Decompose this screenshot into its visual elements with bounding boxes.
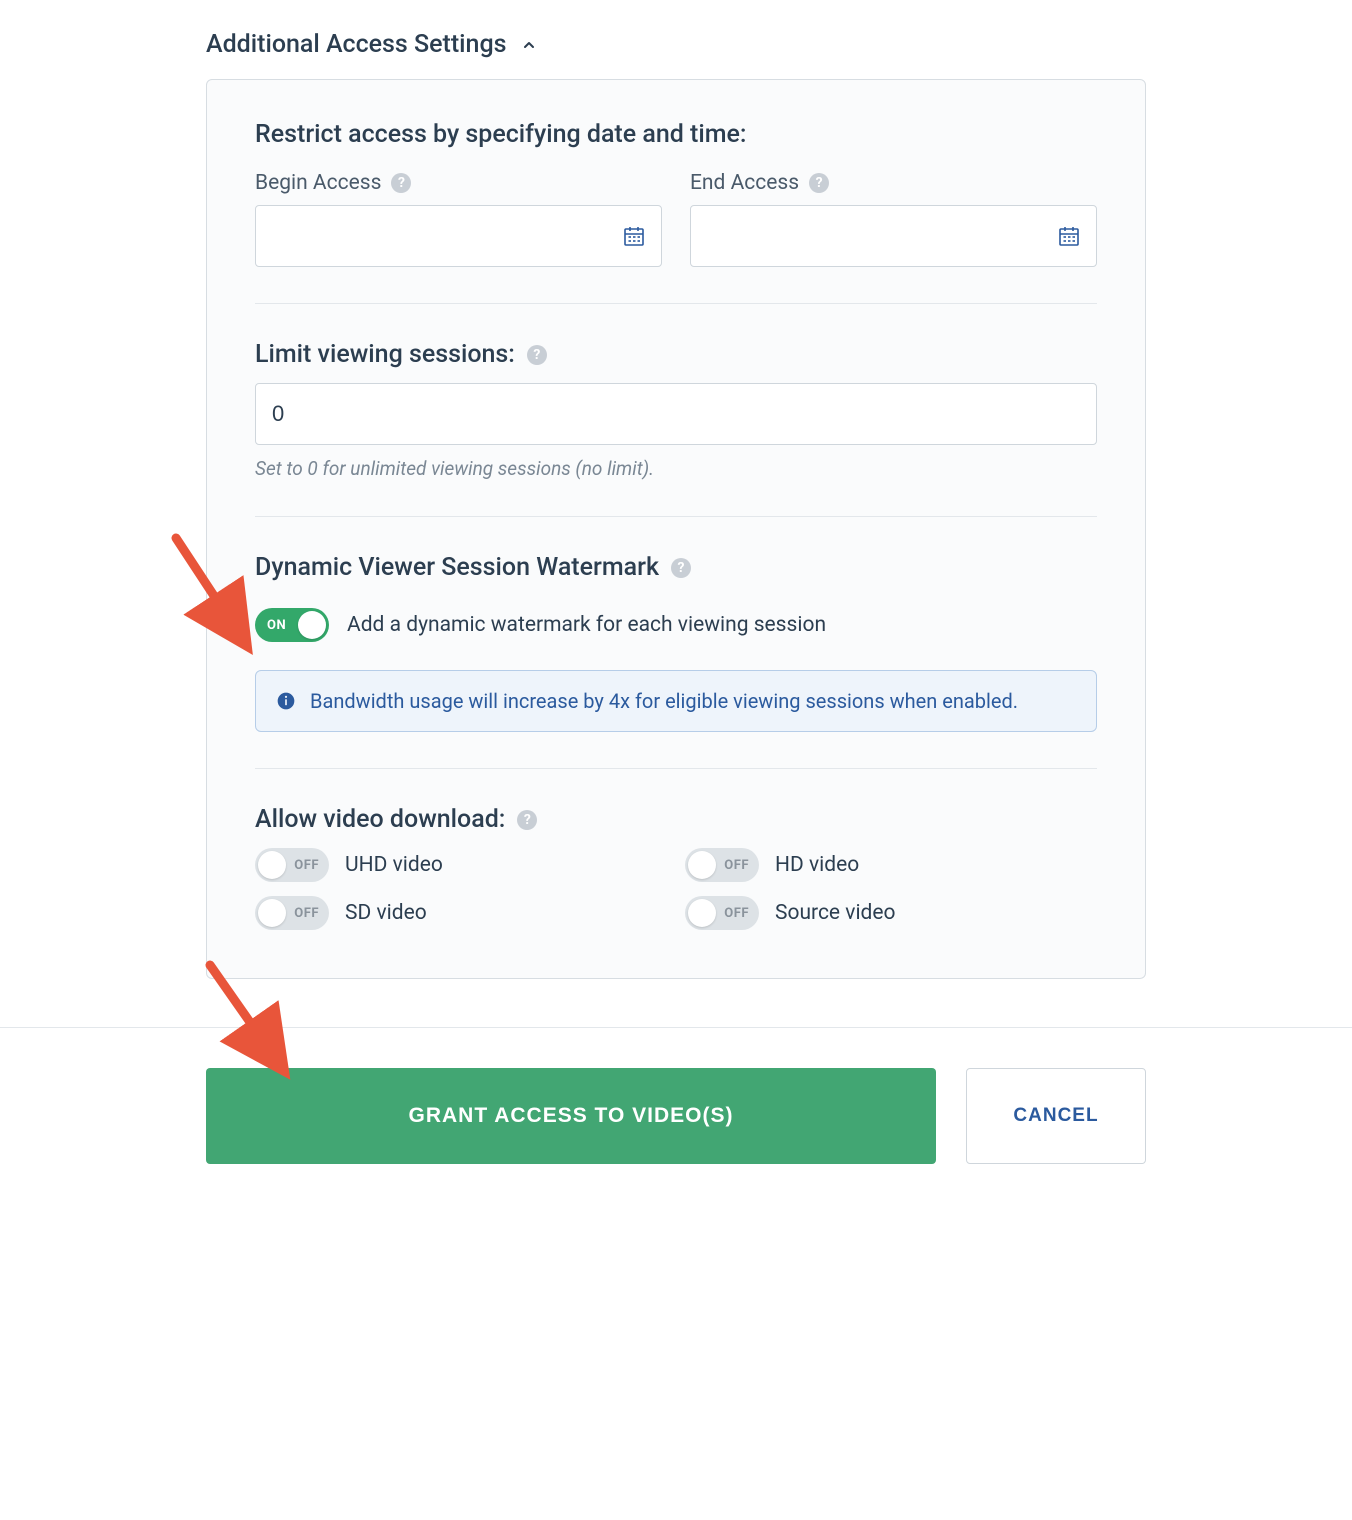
end-access-label: End Access ? xyxy=(690,171,1097,195)
toggle-knob xyxy=(258,851,286,879)
divider xyxy=(255,768,1097,769)
limit-sessions-helper: Set to 0 for unlimited viewing sessions … xyxy=(255,457,1097,480)
sd-label: SD video xyxy=(345,901,427,925)
calendar-icon[interactable] xyxy=(622,224,646,248)
settings-panel: Restrict access by specifying date and t… xyxy=(206,79,1146,979)
hd-download-toggle[interactable]: OFF xyxy=(685,848,759,882)
calendar-icon[interactable] xyxy=(1057,224,1081,248)
toggle-knob xyxy=(258,899,286,927)
watermark-title: Dynamic Viewer Session Watermark ? xyxy=(255,553,1097,582)
hd-label: HD video xyxy=(775,853,859,877)
toggle-knob xyxy=(298,611,326,639)
help-icon[interactable]: ? xyxy=(671,558,691,578)
watermark-toggle-label: Add a dynamic watermark for each viewing… xyxy=(347,613,826,637)
limit-sessions-input[interactable] xyxy=(255,383,1097,445)
toggle-state-text: OFF xyxy=(724,906,749,921)
info-icon xyxy=(276,691,296,711)
toggle-knob xyxy=(688,851,716,879)
limit-sessions-title: Limit viewing sessions: ? xyxy=(255,340,1097,369)
chevron-up-icon xyxy=(521,37,537,53)
grant-access-button[interactable]: GRANT ACCESS TO VIDEO(S) xyxy=(206,1068,936,1164)
end-access-input[interactable] xyxy=(690,205,1097,267)
download-title: Allow video download: ? xyxy=(255,805,1097,834)
toggle-state-text: OFF xyxy=(724,858,749,873)
divider xyxy=(255,303,1097,304)
begin-access-input[interactable] xyxy=(255,205,662,267)
help-icon[interactable]: ? xyxy=(517,810,537,830)
toggle-state-text: OFF xyxy=(294,906,319,921)
begin-access-label: Begin Access ? xyxy=(255,171,662,195)
section-title: Additional Access Settings xyxy=(206,30,507,59)
uhd-label: UHD video xyxy=(345,853,443,877)
help-icon[interactable]: ? xyxy=(391,173,411,193)
uhd-download-toggle[interactable]: OFF xyxy=(255,848,329,882)
toggle-state-text: ON xyxy=(267,618,286,633)
help-icon[interactable]: ? xyxy=(527,345,547,365)
info-text: Bandwidth usage will increase by 4x for … xyxy=(310,689,1018,713)
additional-access-settings-header[interactable]: Additional Access Settings xyxy=(206,30,1146,79)
source-label: Source video xyxy=(775,901,896,925)
watermark-toggle[interactable]: ON xyxy=(255,608,329,642)
source-download-toggle[interactable]: OFF xyxy=(685,896,759,930)
help-icon[interactable]: ? xyxy=(809,173,829,193)
sd-download-toggle[interactable]: OFF xyxy=(255,896,329,930)
date-restrict-title: Restrict access by specifying date and t… xyxy=(255,120,1097,149)
divider xyxy=(255,516,1097,517)
toggle-state-text: OFF xyxy=(294,858,319,873)
toggle-knob xyxy=(688,899,716,927)
bandwidth-info-box: Bandwidth usage will increase by 4x for … xyxy=(255,670,1097,732)
cancel-button[interactable]: CANCEL xyxy=(966,1068,1146,1164)
